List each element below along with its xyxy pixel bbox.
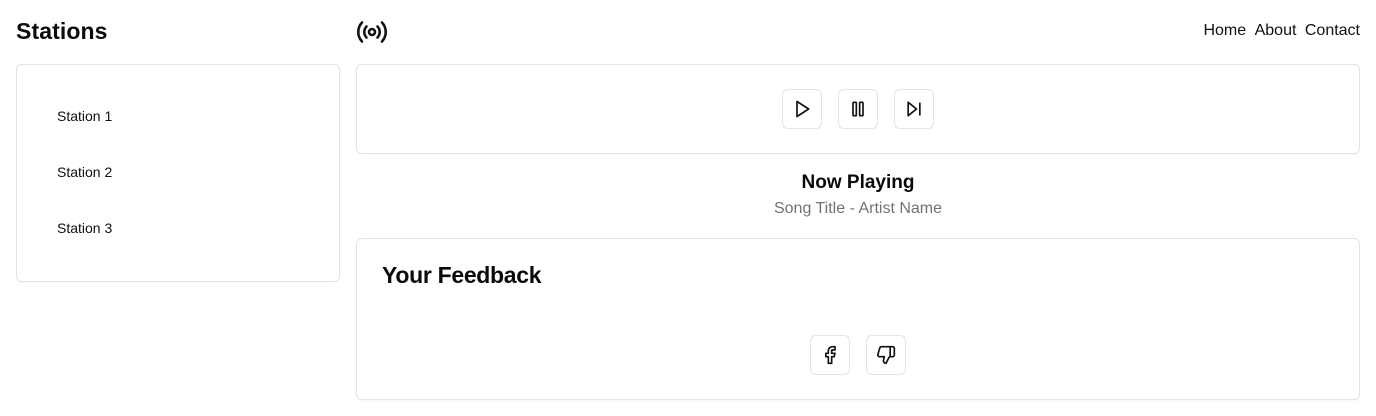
skip-forward-icon — [907, 101, 921, 117]
feedback-title: Your Feedback — [382, 262, 542, 288]
station-item-2[interactable]: Station 2 — [57, 164, 112, 180]
station-item-3[interactable]: Station 3 — [57, 220, 112, 236]
top-nav: Home About Contact — [1203, 22, 1360, 40]
sidebar-title: Stations — [16, 18, 108, 44]
feedback-panel: Your Feedback — [356, 238, 1360, 400]
play-icon — [796, 100, 810, 118]
nav-contact-link[interactable]: Contact — [1305, 22, 1360, 39]
facebook-button[interactable] — [810, 335, 850, 375]
radio-broadcast-icon[interactable] — [356, 18, 388, 46]
facebook-icon — [825, 345, 836, 365]
track-info: Song Title - Artist Name — [773, 200, 943, 217]
now-playing: Now Playing Song Title - Artist Name — [356, 172, 1360, 218]
thumbs-down-button[interactable] — [866, 335, 906, 375]
skip-forward-button[interactable] — [894, 89, 934, 129]
station-list: Station 1 Station 2 Station 3 — [16, 64, 340, 282]
thumbs-down-icon — [877, 345, 896, 365]
now-playing-title: Now Playing — [801, 172, 915, 193]
nav-home-link[interactable]: Home — [1203, 22, 1246, 39]
radio-app: Stations Station 1 Station 2 Station 3 H… — [0, 0, 1376, 416]
pause-button[interactable] — [838, 89, 878, 129]
play-button[interactable] — [782, 89, 822, 129]
player-controls — [356, 64, 1360, 154]
pause-icon — [852, 101, 864, 117]
station-item-1[interactable]: Station 1 — [57, 108, 112, 124]
nav-about-link[interactable]: About — [1255, 22, 1297, 39]
